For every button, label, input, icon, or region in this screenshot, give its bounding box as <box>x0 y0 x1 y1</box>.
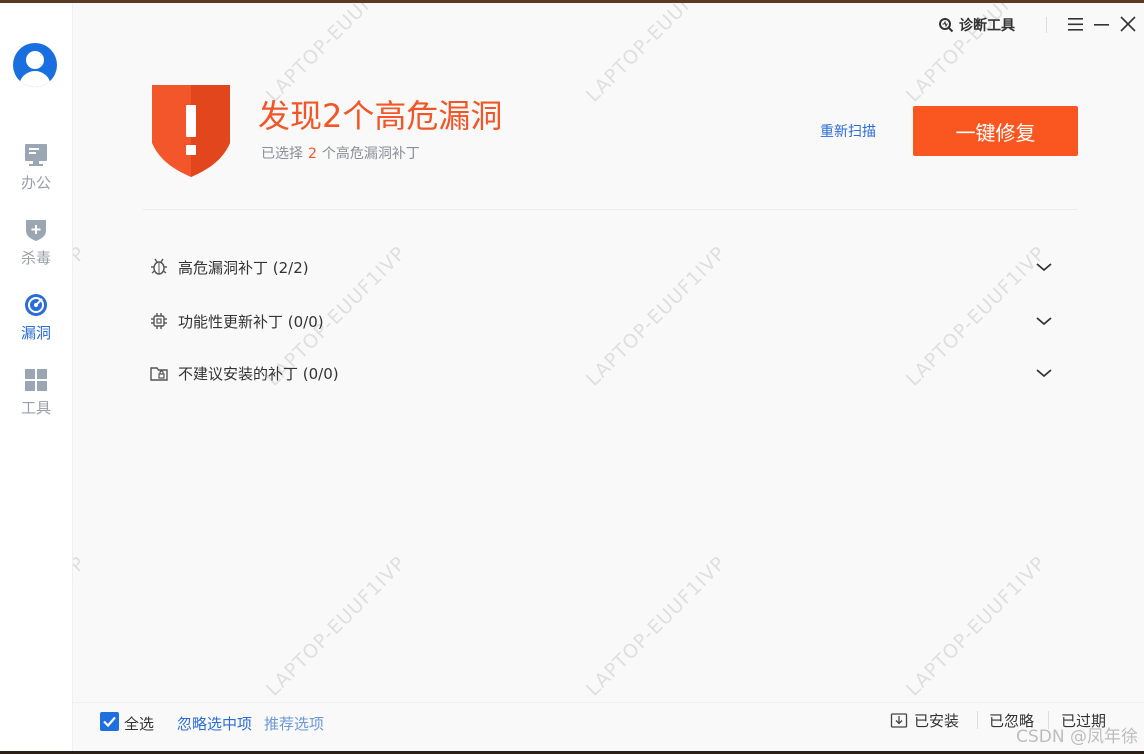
chevron-down-icon[interactable] <box>1034 260 1054 274</box>
one-click-fix-button[interactable]: 一键修复 <box>913 106 1078 156</box>
close-icon[interactable] <box>1118 13 1138 35</box>
avatar-body-shape <box>19 71 51 87</box>
grid-icon <box>25 369 47 391</box>
folder-lock-icon <box>150 367 168 381</box>
minimize-icon[interactable] <box>1092 13 1112 35</box>
select-all-checkbox[interactable] <box>100 712 119 731</box>
diagnostic-tool-label: 诊断工具 <box>959 18 1015 34</box>
checkmark-icon <box>103 716 116 728</box>
avatar-head-shape <box>26 51 44 69</box>
bug-icon <box>151 258 167 275</box>
menu-icon[interactable] <box>1066 13 1086 35</box>
avatar[interactable] <box>13 43 57 87</box>
patch-group-high-risk[interactable]: 高危漏洞补丁 (2/2) <box>148 252 1068 282</box>
titlebar-divider <box>1046 17 1047 33</box>
patch-group-label: 高危漏洞补丁 (2/2) <box>178 259 309 277</box>
patch-group-functional[interactable]: 功能性更新补丁 (0/0) <box>148 306 1068 336</box>
watermark: LAPTOP-EUUF1IVP <box>262 552 411 701</box>
patch-group-not-recommended[interactable]: 不建议安装的补丁 (0/0) <box>148 358 1068 388</box>
ignore-selected-link[interactable]: 忽略选中项 <box>177 713 252 734</box>
magnifier-icon <box>939 18 954 33</box>
chip-icon <box>151 313 167 329</box>
sidebar: 办公 杀毒 漏洞 工具 <box>0 3 73 751</box>
shield-plus-icon <box>26 220 46 241</box>
sidebar-item-vulnerability[interactable]: 漏洞 <box>0 293 72 353</box>
watermark: LAPTOP-EUUF1IVP <box>902 552 1051 701</box>
installed-button[interactable]: 已安装 <box>890 710 959 732</box>
select-all-label[interactable]: 全选 <box>124 713 154 734</box>
chevron-down-icon[interactable] <box>1034 366 1054 380</box>
sidebar-item-tools[interactable]: 工具 <box>0 368 72 428</box>
diagnostic-tool-button[interactable]: 诊断工具 <box>938 13 1015 37</box>
radar-icon <box>25 294 47 316</box>
footer-separator <box>977 711 978 729</box>
sidebar-item-antivirus[interactable]: 杀毒 <box>0 218 72 278</box>
danger-shield-icon <box>152 85 230 177</box>
page-title: 发现2个高危漏洞 <box>258 97 503 135</box>
monitor-icon <box>25 144 47 166</box>
header-divider <box>143 209 1077 210</box>
patch-group-label: 不建议安装的补丁 (0/0) <box>178 365 339 383</box>
sidebar-item-label: 工具 <box>20 399 51 417</box>
summary-count: 2 <box>308 146 317 162</box>
rescan-link[interactable]: 重新扫描 <box>820 121 876 141</box>
sidebar-item-office[interactable]: 办公 <box>0 143 72 203</box>
watermark: LAPTOP-EUUF1IVP <box>582 3 731 107</box>
watermark: LAPTOP-EUUF1IVP <box>582 552 731 701</box>
chevron-down-icon[interactable] <box>1034 314 1054 328</box>
patch-group-label: 功能性更新补丁 (0/0) <box>178 313 324 331</box>
sidebar-item-label: 漏洞 <box>20 324 51 342</box>
summary-suffix: 个高危漏洞补丁 <box>321 146 420 162</box>
selection-summary: 已选择 2 个高危漏洞补丁 <box>261 143 420 163</box>
summary-prefix: 已选择 <box>261 146 303 162</box>
app-window: LAPTOP-EUUF1IVP LAPTOP-EUUF1IVP LAPTOP-E… <box>0 3 1144 751</box>
install-box-icon <box>890 713 908 728</box>
recommended-options-link[interactable]: 推荐选项 <box>264 713 324 734</box>
sidebar-item-label: 杀毒 <box>20 249 51 267</box>
source-credit: CSDN @凤年徐 <box>1016 727 1138 747</box>
installed-label: 已安装 <box>914 712 960 730</box>
sidebar-item-label: 办公 <box>20 174 51 192</box>
footer-divider <box>73 702 1144 703</box>
